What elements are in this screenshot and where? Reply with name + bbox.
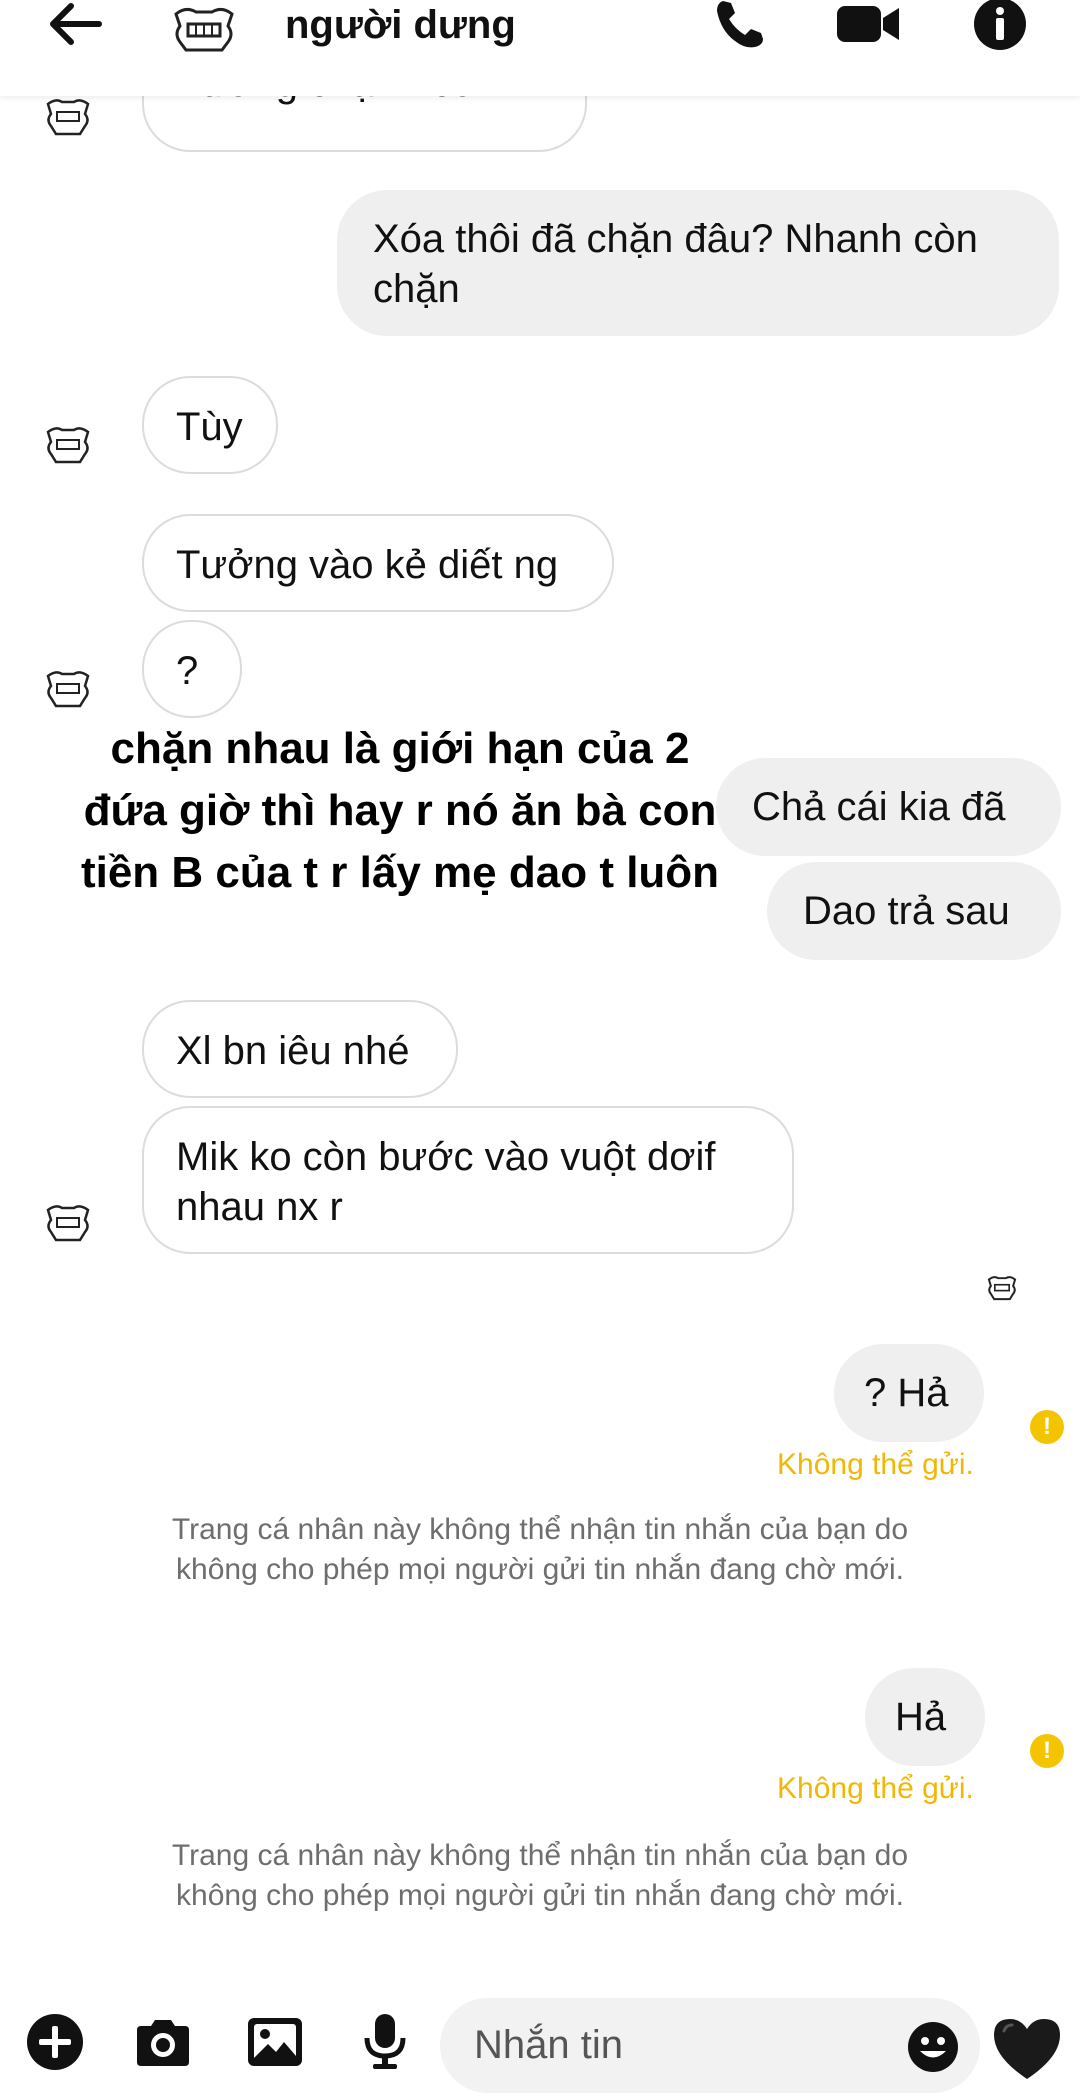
message-composer: [0, 1995, 1080, 2100]
message-input-container[interactable]: [440, 1998, 980, 2093]
sender-avatar[interactable]: [42, 1202, 94, 1244]
message-incoming[interactable]: Mik ko còn bước vào vuột dơif nhau nx r: [142, 1106, 794, 1254]
message-incoming[interactable]: ?: [142, 620, 242, 718]
info-icon: [974, 0, 1026, 50]
warning-icon[interactable]: !: [1030, 1734, 1064, 1768]
message-outgoing-failed[interactable]: Hả: [865, 1668, 985, 1766]
info-button[interactable]: [960, 0, 1040, 56]
overlay-caption: chặn nhau là giới hạn của 2 đứa giờ thì …: [80, 724, 720, 897]
image-icon: [248, 2018, 302, 2066]
sender-avatar[interactable]: [42, 96, 94, 138]
heart-icon[interactable]: [990, 2015, 1064, 2081]
failed-label: Không thể gửi.: [777, 1448, 974, 1481]
message-outgoing[interactable]: Xóa thôi đã chặn đâu? Nhanh còn chặn: [337, 190, 1059, 336]
gallery-button[interactable]: [240, 2007, 310, 2077]
call-button[interactable]: [700, 0, 780, 56]
voice-button[interactable]: [350, 2007, 420, 2077]
message-incoming[interactable]: Tưởng vào kẻ diết ng: [142, 514, 614, 612]
arrow-left-icon: [50, 3, 102, 45]
message-incoming[interactable]: Xl bn iêu nhé: [142, 1000, 458, 1098]
chat-header: người dưng: [0, 0, 1080, 96]
failed-label: Không thể gửi.: [777, 1772, 974, 1805]
video-camera-icon: [837, 6, 899, 42]
contact-avatar[interactable]: [168, 4, 240, 54]
emoji-icon[interactable]: [906, 2020, 960, 2074]
add-button[interactable]: [20, 2007, 90, 2077]
phone-icon: [717, 1, 763, 48]
contact-name[interactable]: người dưng: [285, 0, 516, 50]
back-button[interactable]: [30, 0, 120, 54]
video-call-button[interactable]: [828, 0, 908, 56]
message-incoming[interactable]: Tùy: [142, 376, 278, 474]
sender-avatar[interactable]: [42, 424, 94, 466]
message-outgoing[interactable]: Dao trả sau: [767, 862, 1061, 960]
seen-receipt-avatar: [987, 1276, 1017, 1301]
sender-avatar[interactable]: [42, 668, 94, 710]
message-outgoing[interactable]: Chả cái kia đã: [716, 758, 1061, 856]
camera-button[interactable]: [128, 2007, 198, 2077]
camera-icon: [137, 2020, 189, 2066]
microphone-icon: [364, 2014, 406, 2069]
delivery-notice: Trang cá nhân này không thể nhận tin nhắ…: [171, 1839, 909, 1912]
delivery-notice: Trang cá nhân này không thể nhận tin nhắ…: [171, 1513, 909, 1586]
plus-icon: [27, 2014, 83, 2070]
warning-icon[interactable]: !: [1030, 1410, 1064, 1444]
message-input[interactable]: [474, 2016, 854, 2074]
message-outgoing-failed[interactable]: ? Hả: [834, 1344, 984, 1442]
